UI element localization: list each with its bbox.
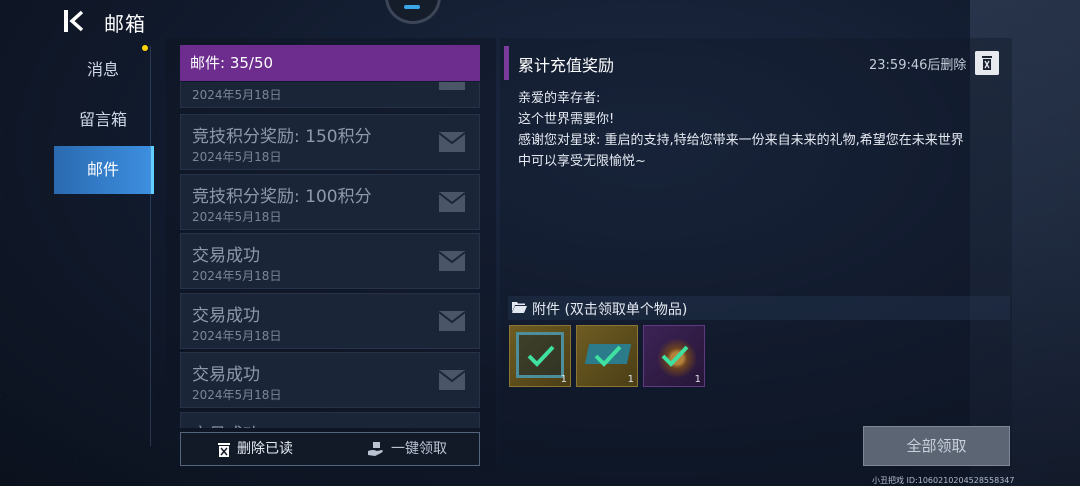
- mail-item[interactable]: 2024年5月18日: [180, 82, 480, 108]
- sidebar-item-guestbook[interactable]: 留言箱: [54, 96, 152, 144]
- claim-all-list-button[interactable]: 一键领取: [367, 433, 447, 465]
- folder-open-icon: [512, 302, 527, 313]
- attachment-slot-frame[interactable]: 1: [509, 325, 571, 387]
- mail-item-date: 2024年5月18日: [192, 269, 282, 283]
- attachment-qty: 1: [627, 374, 634, 385]
- mail-item-title: 竞技积分奖励: 150积分: [192, 127, 372, 147]
- checkmark-icon: [661, 345, 689, 367]
- title-accent-bar: [504, 46, 509, 80]
- mail-item-title: 交易成功: [192, 365, 260, 385]
- sidebar-item-mail[interactable]: 邮件: [54, 146, 154, 194]
- trash-icon: [218, 443, 230, 457]
- checkmark-icon: [527, 345, 555, 367]
- claim-all-list-label: 一键领取: [391, 441, 447, 457]
- mail-item[interactable]: 交易成功 2024年5月18日: [180, 293, 480, 349]
- attachments-label: 附件 (双击领取单个物品): [532, 302, 688, 318]
- mail-item-date: 2024年5月18日: [192, 329, 282, 343]
- mail-item-title: 交易成功: [192, 306, 260, 326]
- mail-body-line: 感谢您对星球: 重启的支持,特给您带来一份来自未来的礼物,希望您在未来世界: [518, 133, 964, 148]
- mail-item[interactable]: 交易成功: [180, 412, 480, 428]
- back-arrow-icon[interactable]: [62, 8, 88, 34]
- envelope-icon: [438, 192, 466, 212]
- mail-count-header: 邮件: 35/50: [180, 45, 480, 81]
- mail-action-bar: 删除已读 一键领取: [180, 432, 480, 466]
- attachment-slot-ticket[interactable]: 1: [576, 325, 638, 387]
- mail-body: 亲爱的幸存者: 这个世界需要你! 感谢您对星球: 重启的支持,特给您带来一份来自…: [518, 88, 1002, 172]
- mail-detail-title: 累计充值奖励: [518, 56, 615, 75]
- mail-item-title: 竞技积分奖励: 100积分: [192, 187, 372, 207]
- delete-read-label: 删除已读: [237, 441, 293, 457]
- mail-list[interactable]: 2024年5月18日 竞技积分奖励: 150积分 2024年5月18日 竞技积分…: [180, 82, 482, 428]
- player-id-footer: 小丑把戏 ID:1060210204528558347: [872, 476, 1015, 485]
- hand-gift-icon: [368, 442, 383, 456]
- mail-item-title: 交易成功: [192, 420, 260, 428]
- mail-item-date: 2024年5月18日: [192, 88, 282, 102]
- mail-body-line: 这个世界需要你!: [518, 112, 615, 127]
- attachment-slot-plant[interactable]: 1: [643, 325, 705, 387]
- delete-read-button[interactable]: 删除已读: [217, 433, 293, 465]
- attachment-qty: 1: [694, 374, 701, 385]
- mail-item-date: 2024年5月18日: [192, 210, 282, 224]
- envelope-icon: [438, 311, 466, 331]
- page-title: 邮箱: [104, 12, 146, 36]
- envelope-icon: [438, 132, 466, 152]
- mail-item-date: 2024年5月18日: [192, 388, 282, 402]
- attachment-qty: 1: [560, 374, 567, 385]
- mail-body-line: 亲爱的幸存者:: [518, 91, 601, 106]
- sidebar-item-messages[interactable]: 消息: [54, 46, 152, 94]
- mail-body-line: 中可以享受无限愉悦~: [518, 154, 646, 169]
- mail-item[interactable]: 竞技积分奖励: 100积分 2024年5月18日: [180, 174, 480, 230]
- claim-all-button[interactable]: 全部领取: [863, 426, 1010, 466]
- mail-item[interactable]: 交易成功 2024年5月18日: [180, 233, 480, 289]
- mail-item-date: 2024年5月18日: [192, 150, 282, 164]
- envelope-icon: [438, 251, 466, 271]
- mail-item[interactable]: 竞技积分奖励: 150积分 2024年5月18日: [180, 114, 480, 170]
- notification-dot: [142, 45, 148, 51]
- mail-item[interactable]: 交易成功 2024年5月18日: [180, 352, 480, 408]
- delete-mail-button[interactable]: [975, 51, 999, 75]
- checkmark-icon: [594, 345, 622, 367]
- envelope-icon: [438, 370, 466, 390]
- mail-item-title: 交易成功: [192, 246, 260, 266]
- sidebar: 消息 留言箱 邮件: [54, 40, 154, 440]
- sidebar-divider: [150, 46, 151, 446]
- expiry-countdown: 23:59:46后删除: [869, 58, 967, 73]
- envelope-icon: [439, 82, 465, 90]
